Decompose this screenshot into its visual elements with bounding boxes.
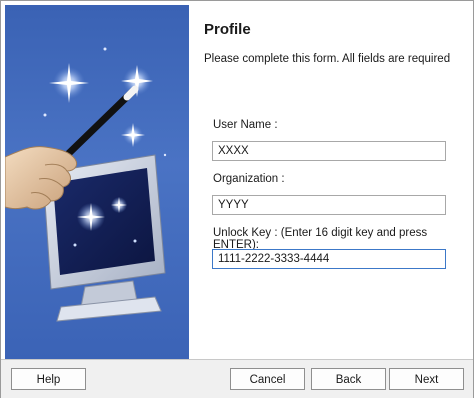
next-button[interactable]: Next (389, 368, 464, 390)
cancel-button[interactable]: Cancel (230, 368, 305, 390)
help-button[interactable]: Help (11, 368, 86, 390)
profile-wizard-dialog: Profile Please complete this form. All f… (0, 0, 474, 398)
magic-wand-icon (61, 85, 139, 161)
sparkle-icon (121, 65, 153, 97)
magic-wand-monitor-illustration (5, 47, 167, 322)
username-label: User Name : (213, 119, 278, 131)
unlock-key-label: Unlock Key : (Enter 16 digit key and pre… (213, 227, 428, 251)
username-input[interactable] (212, 141, 446, 161)
organization-label: Organization : (213, 173, 285, 185)
wizard-side-illustration (5, 5, 189, 359)
sparkle-icon (121, 123, 145, 147)
page-subtitle: Please complete this form. All fields ar… (204, 53, 451, 65)
back-button[interactable]: Back (311, 368, 386, 390)
sparkle-icon (49, 63, 89, 103)
organization-input[interactable] (212, 195, 446, 215)
wizard-button-bar: Help Cancel Back Next (1, 359, 473, 398)
profile-form-panel: Profile Please complete this form. All f… (189, 5, 471, 359)
page-title: Profile (204, 21, 251, 38)
unlock-key-input[interactable] (212, 249, 446, 269)
